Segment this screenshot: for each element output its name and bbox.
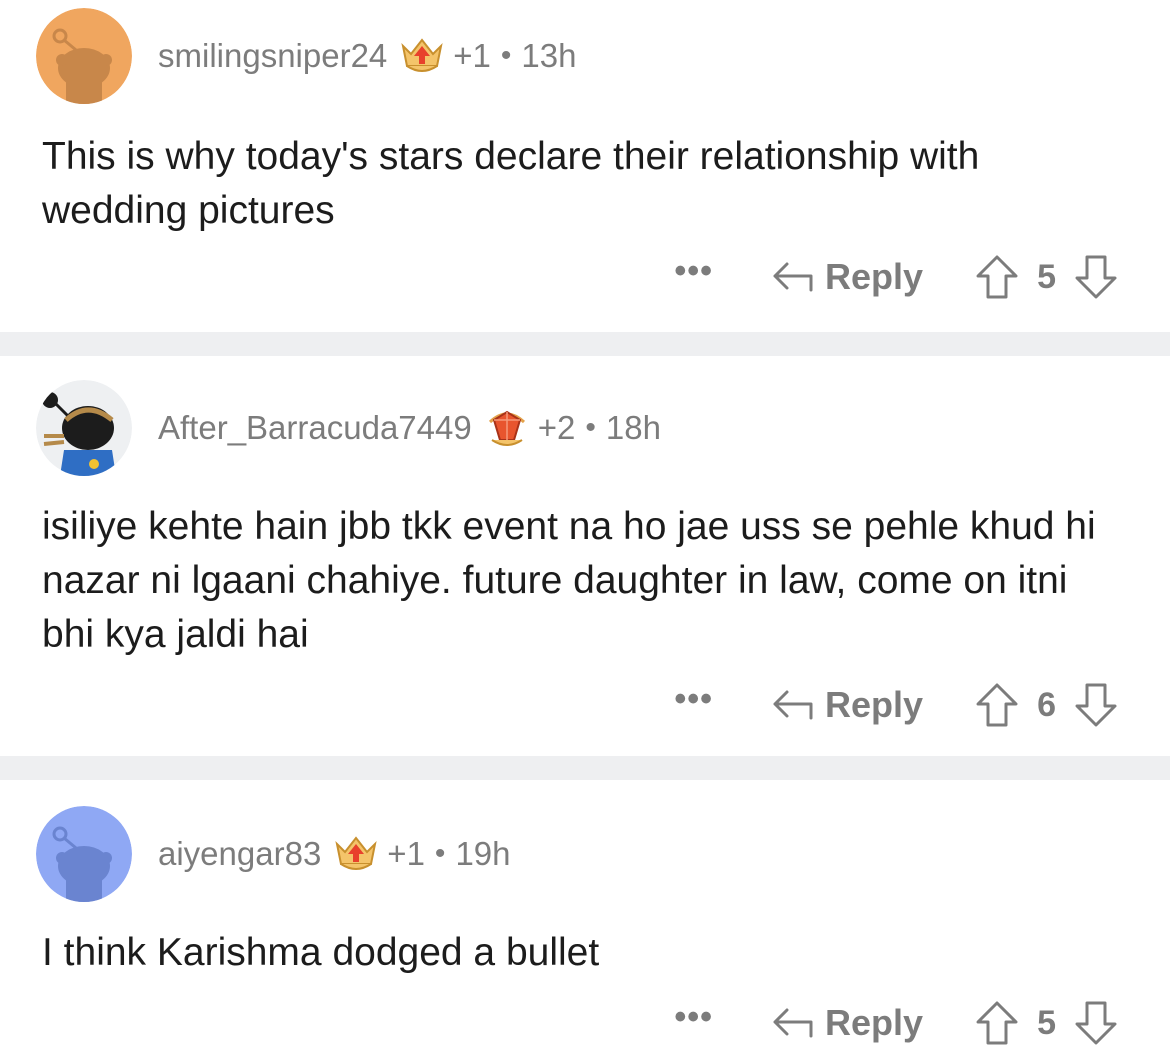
vote-controls: 6 (975, 682, 1118, 728)
reply-arrow-icon (773, 262, 813, 292)
reply-button[interactable]: Reply (771, 256, 923, 298)
trophy-badge-icon (333, 834, 379, 874)
vote-score: 5 (1037, 257, 1056, 296)
karma-count: +1 (387, 835, 425, 872)
comment-divider (0, 756, 1170, 780)
comment-1: smilingsniper24 +1 • 13h This is why tod… (0, 0, 1170, 332)
vote-score: 6 (1037, 685, 1056, 724)
user-avatar[interactable] (36, 380, 132, 476)
reply-label: Reply (825, 256, 924, 297)
separator-dot: • (585, 411, 596, 444)
separator-dot: • (500, 39, 512, 72)
crystal-badge-icon (484, 408, 530, 448)
username[interactable]: After_Barracuda7449 (158, 409, 472, 447)
karma-count: +2 (537, 409, 576, 446)
downvote-arrow-icon[interactable] (1074, 254, 1118, 300)
reply-arrow-icon (773, 690, 813, 720)
comment-text: This is why today's stars declare their … (42, 135, 980, 232)
reply-button[interactable]: Reply (771, 684, 923, 726)
karma-count: +1 (453, 37, 491, 74)
more-options-button[interactable]: ••• (674, 1000, 713, 1034)
comment-text: isiliye kehte hain jbb tkk event na ho j… (42, 505, 1096, 656)
comment-age: 19h (455, 835, 511, 872)
separator-dot: • (434, 837, 446, 870)
comment-divider (0, 332, 1170, 356)
trophy-badge-icon (399, 36, 445, 76)
comment-age: 18h (605, 409, 661, 446)
comment-3: aiyengar83 +1 • 19h I think Karishma dod… (0, 780, 1170, 1052)
vote-controls: 5 (975, 254, 1118, 300)
upvote-arrow-icon[interactable] (975, 254, 1019, 300)
username[interactable]: aiyengar83 (158, 835, 321, 873)
more-options-button[interactable]: ••• (674, 682, 713, 716)
comment-text: I think Karishma dodged a bullet (42, 931, 600, 974)
username[interactable]: smilingsniper24 (158, 37, 387, 75)
reply-label: Reply (825, 1002, 924, 1043)
upvote-arrow-icon[interactable] (975, 1000, 1019, 1046)
vote-score: 5 (1037, 1003, 1056, 1042)
comment-age: 13h (521, 37, 577, 74)
comment-2: After_Barracuda7449 +2 • 18h isiliye keh… (0, 356, 1170, 756)
vote-controls: 5 (975, 1000, 1118, 1046)
upvote-arrow-icon[interactable] (975, 682, 1019, 728)
reply-label: Reply (825, 684, 924, 725)
user-avatar[interactable] (36, 806, 132, 902)
downvote-arrow-icon[interactable] (1074, 682, 1118, 728)
reply-arrow-icon (773, 1008, 813, 1038)
reply-button[interactable]: Reply (771, 1002, 923, 1044)
user-avatar[interactable] (36, 8, 132, 104)
downvote-arrow-icon[interactable] (1074, 1000, 1118, 1046)
more-options-button[interactable]: ••• (674, 254, 713, 288)
